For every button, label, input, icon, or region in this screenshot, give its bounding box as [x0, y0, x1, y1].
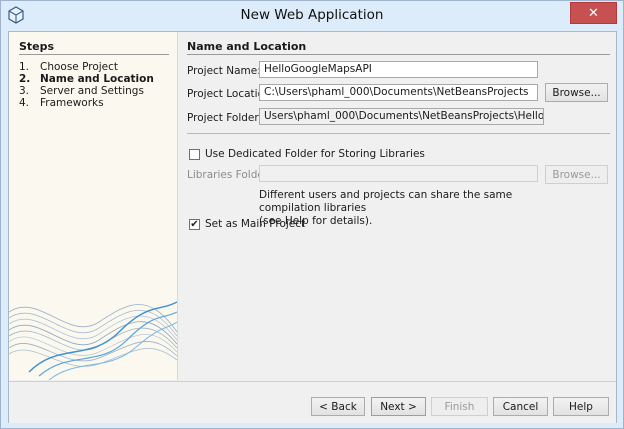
- steps-list: 1. Choose Project 2. Name and Location 3. S…: [19, 61, 154, 109]
- next-button[interactable]: Next >: [371, 397, 426, 416]
- steps-title: Steps: [19, 40, 55, 53]
- step-number: 1.: [19, 61, 30, 73]
- help-button[interactable]: Help: [553, 397, 609, 416]
- libraries-browse-button[interactable]: Browse...: [545, 165, 608, 184]
- dedicated-folder-checkbox[interactable]: [189, 149, 200, 160]
- project-location-input[interactable]: C:\Users\phaml_000\Documents\NetBeansPro…: [259, 84, 538, 101]
- form-panel: Name and Location Project Name: HelloGoo…: [178, 32, 616, 380]
- steps-panel: Steps 1. Choose Project 2. Name and Locati…: [9, 32, 178, 380]
- steps-divider: [19, 54, 169, 55]
- dialog-window: New Web Application ✕ Steps 1. Choose Pro…: [0, 0, 624, 429]
- project-name-input[interactable]: HelloGoogleMapsAPI: [259, 61, 538, 78]
- decorative-waves-graphic: [9, 301, 177, 380]
- step-item-current: 2. Name and Location: [19, 73, 154, 85]
- close-icon: ✕: [588, 5, 599, 21]
- libraries-help-line: Different users and projects can share t…: [259, 189, 513, 214]
- project-folder-field[interactable]: Users\phaml_000\Documents\NetBeansProjec…: [259, 108, 544, 125]
- step-number: 4.: [19, 97, 30, 109]
- step-label: Frameworks: [40, 97, 104, 109]
- step-item: 3. Server and Settings: [19, 85, 154, 97]
- section-divider: [187, 54, 610, 55]
- section-title: Name and Location: [187, 40, 307, 53]
- project-folder-label: Project Folder:: [187, 112, 263, 124]
- project-location-browse-button[interactable]: Browse...: [545, 83, 608, 102]
- dialog-client-area: Steps 1. Choose Project 2. Name and Locati…: [8, 31, 617, 423]
- dedicated-folder-label[interactable]: Use Dedicated Folder for Storing Librari…: [205, 148, 425, 160]
- main-project-checkbox[interactable]: ✔: [189, 219, 200, 230]
- main-project-label[interactable]: Set as Main Project: [205, 218, 305, 230]
- step-label: Server and Settings: [40, 85, 144, 97]
- finish-button[interactable]: Finish: [431, 397, 488, 416]
- title-bar[interactable]: New Web Application ✕: [1, 1, 623, 29]
- back-button[interactable]: < Back: [311, 397, 365, 416]
- step-label: Name and Location: [40, 73, 154, 85]
- form-separator: [187, 133, 610, 134]
- step-number: 3.: [19, 85, 30, 97]
- cancel-button[interactable]: Cancel: [493, 397, 548, 416]
- step-label: Choose Project: [40, 61, 119, 73]
- checkmark-icon: ✔: [190, 219, 199, 230]
- project-name-label: Project Name:: [187, 65, 261, 77]
- step-item: 1. Choose Project: [19, 61, 154, 73]
- window-title: New Web Application: [240, 7, 384, 23]
- button-bar: < Back Next > Finish Cancel Help: [9, 381, 616, 423]
- step-item: 4. Frameworks: [19, 97, 154, 109]
- step-number: 2.: [19, 73, 31, 85]
- close-button[interactable]: ✕: [570, 2, 617, 24]
- libraries-folder-input[interactable]: [259, 165, 538, 182]
